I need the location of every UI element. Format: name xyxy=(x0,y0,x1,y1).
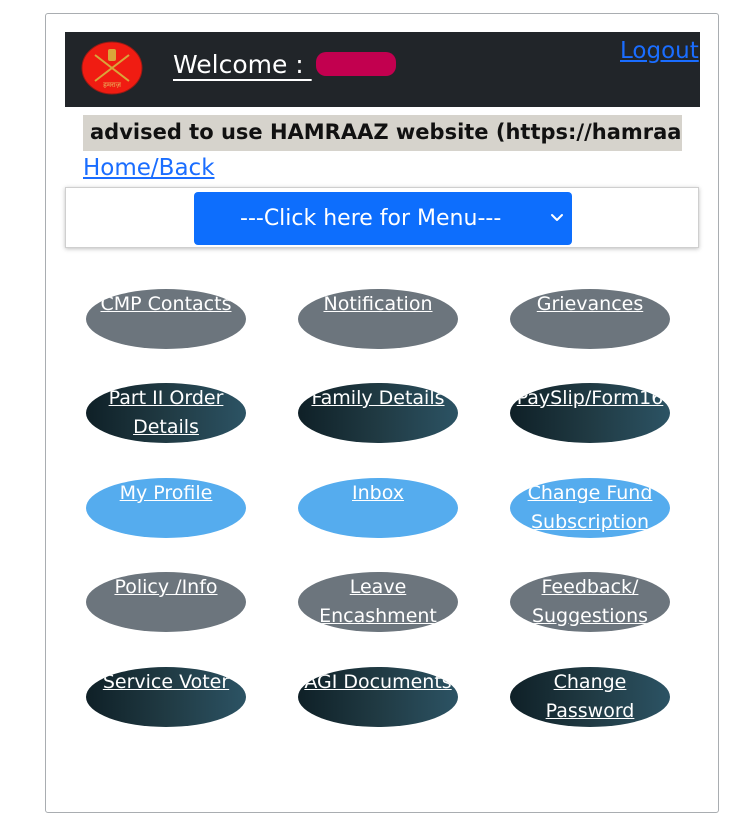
tile-grievances[interactable]: Grievances xyxy=(510,289,670,349)
tile-label[interactable]: Feedback/ Suggestions xyxy=(532,576,648,627)
tile-change-fund-subscription[interactable]: Change Fund Subscription xyxy=(510,478,670,538)
tile-policy-info[interactable]: Policy /Info xyxy=(86,572,246,632)
tile-label[interactable]: Family Details xyxy=(311,387,444,409)
menu-dropdown[interactable]: ---Click here for Menu--- xyxy=(194,192,572,245)
tile-feedback-suggestions[interactable]: Feedback/ Suggestions xyxy=(510,572,670,632)
tile-label[interactable]: Inbox xyxy=(352,482,404,504)
home-back-link[interactable]: Home/Back xyxy=(83,155,215,181)
menu-dropdown-label: ---Click here for Menu--- xyxy=(240,206,502,231)
tile-inbox[interactable]: Inbox xyxy=(298,478,458,538)
tile-label[interactable]: Policy /Info xyxy=(114,576,217,598)
tile-label[interactable]: CMP Contacts xyxy=(101,293,232,315)
tile-payslip-form16[interactable]: PaySlip/Form16 xyxy=(510,383,670,443)
tile-label[interactable]: Service Voter xyxy=(103,671,229,693)
tile-label[interactable]: PaySlip/Form16 xyxy=(517,387,664,409)
tile-cmp-contacts[interactable]: CMP Contacts xyxy=(86,289,246,349)
tile-service-voter[interactable]: Service Voter xyxy=(86,667,246,727)
tile-label[interactable]: Change Password xyxy=(546,671,635,722)
logo-text: हमराज़ xyxy=(103,81,122,89)
tile-part-ii-order-details[interactable]: Part II Order Details xyxy=(86,383,246,443)
tile-label[interactable]: Notification xyxy=(323,293,432,315)
tile-label[interactable]: AGI Documents xyxy=(304,671,451,693)
tile-my-profile[interactable]: My Profile xyxy=(86,478,246,538)
tile-label[interactable]: Change Fund Subscription xyxy=(528,482,653,533)
tile-label[interactable]: My Profile xyxy=(120,482,213,504)
army-emblem-logo: हमराज़ xyxy=(81,41,143,95)
tile-change-password[interactable]: Change Password xyxy=(510,667,670,727)
notice-marquee: advised to use HAMRAAZ website (https://… xyxy=(83,115,682,151)
welcome-label: Welcome : xyxy=(173,50,312,79)
tile-label[interactable]: Part II Order Details xyxy=(109,387,224,438)
logout-link[interactable]: Logout xyxy=(620,38,699,64)
notice-text: advised to use HAMRAAZ website (https://… xyxy=(90,120,682,144)
tile-leave-encashment[interactable]: Leave Encashment xyxy=(298,572,458,632)
redacted-username xyxy=(315,52,396,76)
welcome-link[interactable]: Welcome : xyxy=(173,50,396,79)
tile-label[interactable]: Leave Encashment xyxy=(319,576,437,627)
tile-agi-documents[interactable]: AGI Documents xyxy=(298,667,458,727)
tile-notification[interactable]: Notification xyxy=(298,289,458,349)
tile-label[interactable]: Grievances xyxy=(537,293,643,315)
tile-family-details[interactable]: Family Details xyxy=(298,383,458,443)
chevron-down-icon xyxy=(551,214,563,221)
